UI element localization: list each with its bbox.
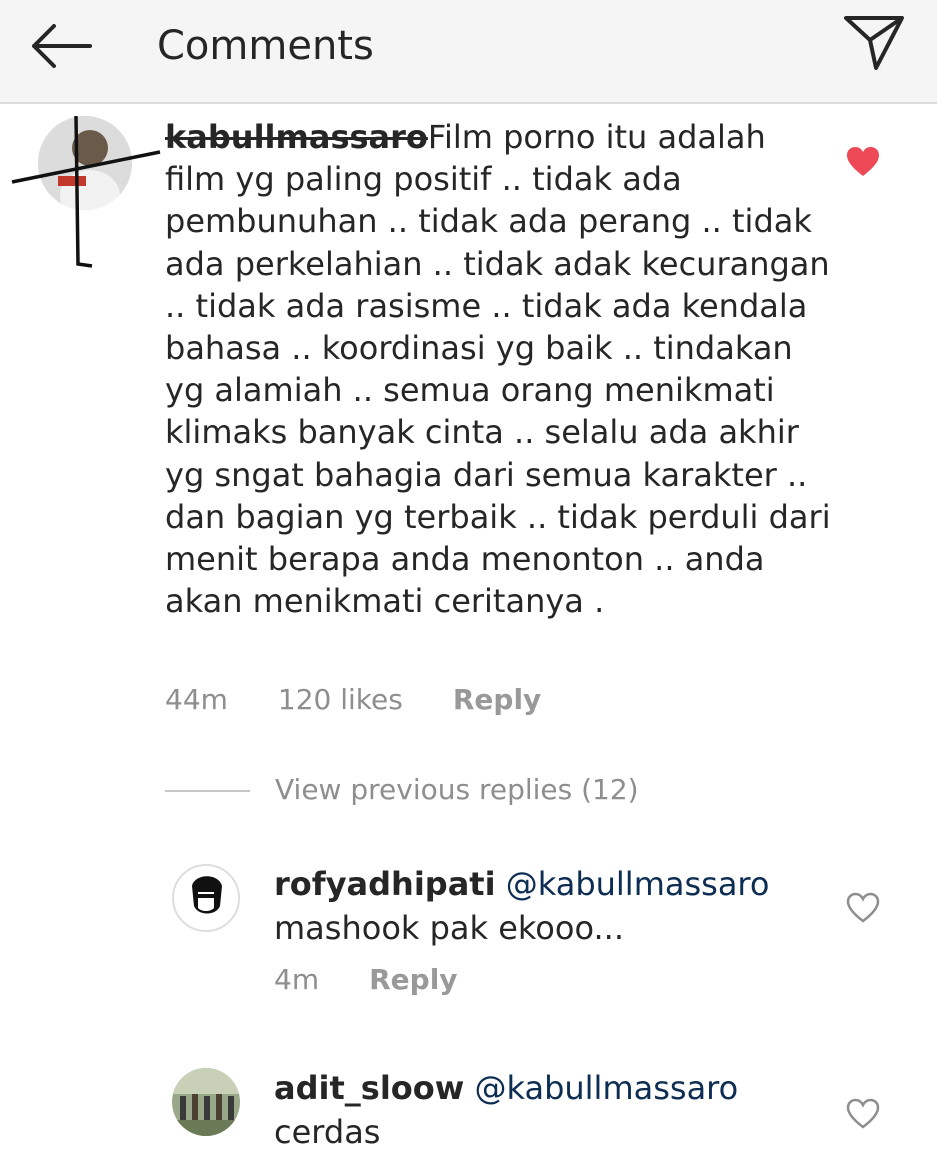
reply-text: rofyadhipati @kabullmassaro mashook pak … — [274, 862, 834, 950]
view-previous-label: View previous replies (12) — [275, 773, 639, 806]
reply-body: cerdas — [274, 1113, 381, 1151]
reply-time: 4m — [274, 963, 320, 996]
comment-text: kabullmassaroFilm porno itu adalah film … — [165, 116, 835, 622]
comment-meta: 44m 120 likes Reply — [165, 680, 591, 720]
reply-button[interactable]: Reply — [369, 963, 457, 996]
divider-line — [165, 790, 250, 792]
scribble-overlay — [11, 115, 161, 268]
heart-filled-icon[interactable] — [846, 146, 880, 178]
share-button[interactable] — [838, 10, 910, 74]
reply-mention[interactable]: @kabullmassaro — [474, 1069, 738, 1107]
reply-body: mashook pak ekooo... — [274, 909, 624, 947]
comment-username[interactable]: kabullmassaro — [165, 118, 428, 156]
reply-text: adit_sloow @kabullmassaro cerdas — [274, 1066, 834, 1154]
view-previous-replies[interactable]: View previous replies (12) — [165, 770, 639, 810]
comment-body: Film porno itu adalah film yg paling pos… — [165, 118, 831, 621]
comment-likes[interactable]: 120 likes — [278, 683, 403, 716]
paper-plane-icon — [844, 16, 904, 70]
profile-photo-icon — [174, 866, 238, 930]
reply-username[interactable]: adit_sloow — [274, 1069, 464, 1107]
page-title: Comments — [157, 23, 374, 69]
back-button[interactable] — [26, 18, 98, 74]
reply-button[interactable]: Reply — [453, 683, 541, 716]
comment-time: 44m — [165, 683, 228, 716]
reply-mention[interactable]: @kabullmassaro — [506, 865, 770, 903]
reply-meta: 4m Reply — [274, 960, 508, 1000]
avatar[interactable] — [172, 1068, 240, 1136]
header-bar: Comments — [0, 0, 937, 104]
arrow-left-icon — [32, 24, 92, 68]
heart-outline-icon[interactable] — [846, 1098, 880, 1130]
heart-outline-icon[interactable] — [846, 892, 880, 924]
avatar[interactable] — [172, 864, 240, 932]
profile-photo-icon — [172, 1068, 240, 1136]
reply-username[interactable]: rofyadhipati — [274, 865, 496, 903]
